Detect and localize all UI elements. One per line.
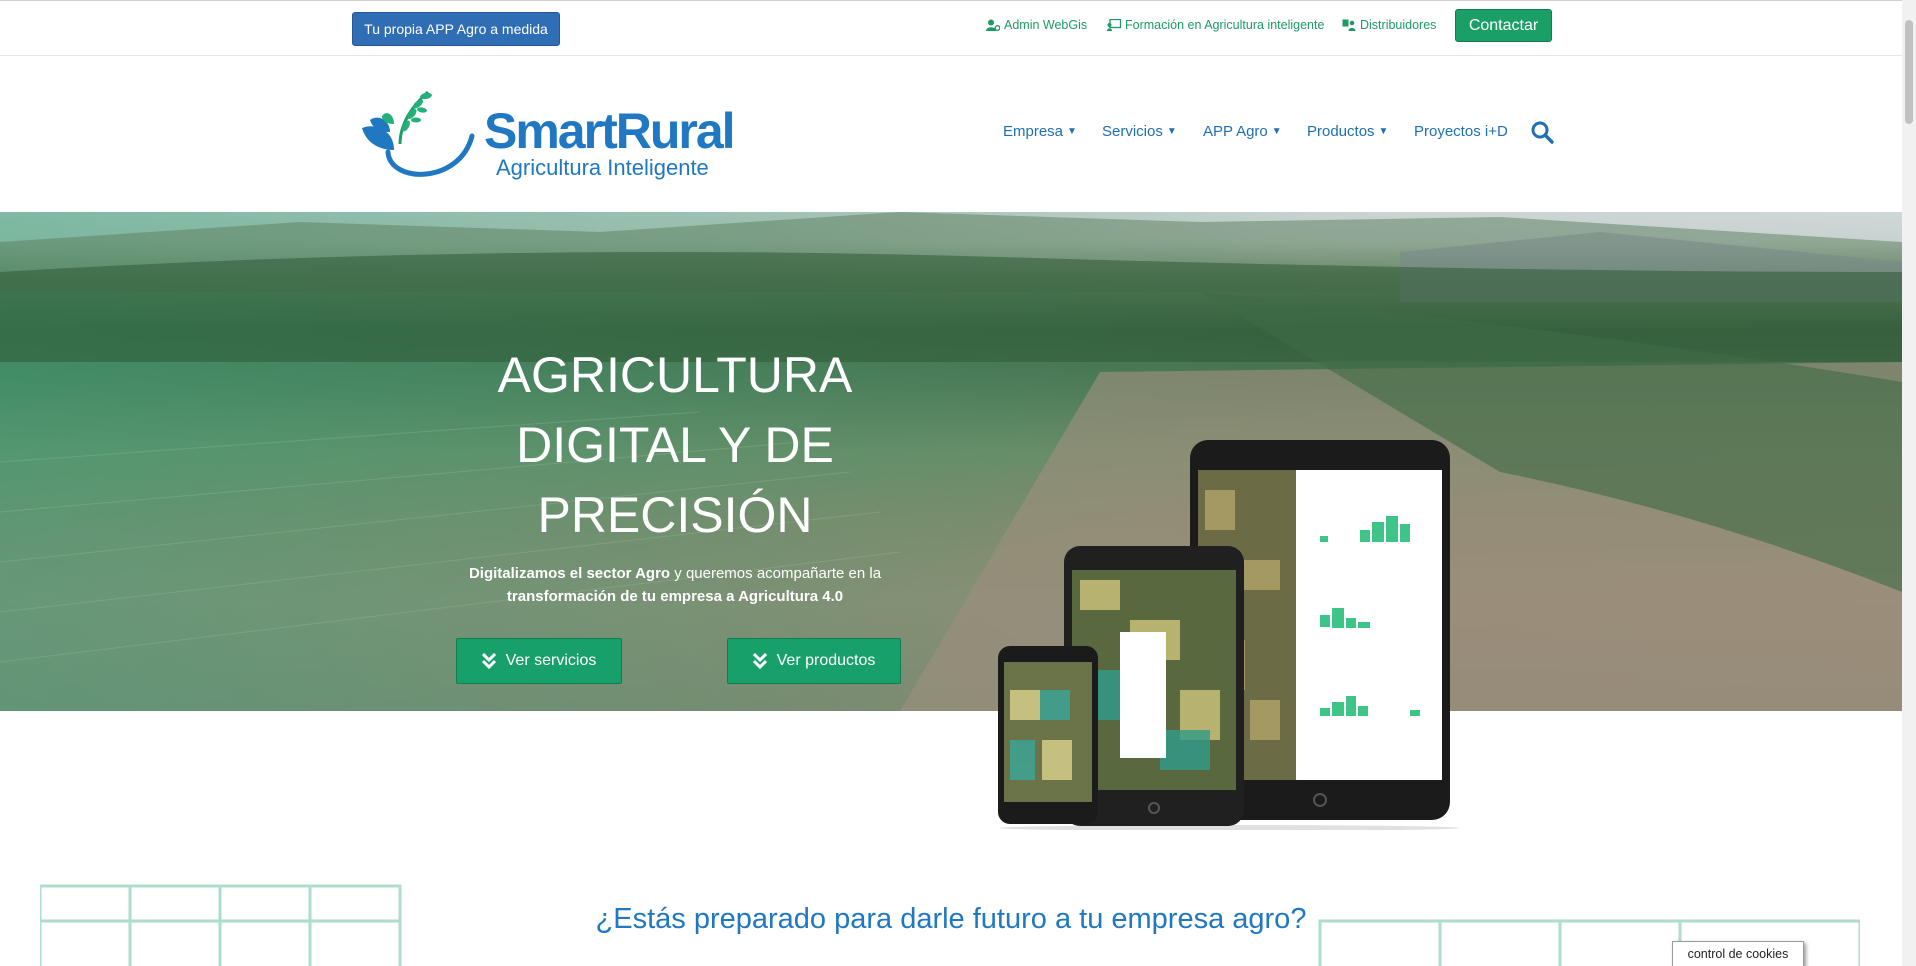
section-question: ¿Estás preparado para darle futuro a tu … [595, 903, 1307, 935]
nav-app-agro[interactable]: APP Agro ▼ [1203, 123, 1282, 140]
nav-empresa[interactable]: Empresa ▼ [1003, 123, 1077, 140]
chevron-down-icon: ▼ [1271, 126, 1282, 137]
ver-servicios-button[interactable]: Ver servicios [456, 638, 622, 684]
formacion-label: Formación en Agricultura inteligente [1125, 18, 1325, 32]
hero-subtitle-bold: transformación de tu empresa a Agricultu… [506, 588, 844, 605]
hero-title-line: AGRICULTURA [497, 347, 853, 403]
ver-productos-button[interactable]: Ver productos [727, 638, 901, 684]
cookie-settings-button[interactable]: control de cookies [1672, 941, 1804, 966]
formacion-link[interactable]: Formación en Agricultura inteligente [1107, 18, 1324, 32]
logo-name: SmartRural [484, 103, 736, 159]
users-icon [1342, 19, 1356, 31]
double-chevron-down-icon [752, 653, 767, 669]
nav-servicios-label: Servicios [1102, 123, 1163, 140]
hero-subtitle: Digitalizamos el sector Agro y queremos … [440, 562, 910, 608]
hero-title: AGRICULTURA DIGITAL Y DE PRECISIÓN [440, 340, 910, 550]
top-bar: Tu propia APP Agro a medida Admin WebGis… [0, 0, 1902, 56]
main-header: SmartRural Agricultura Inteligente Empre… [0, 56, 1902, 212]
admin-webgis-label: Admin WebGis [1004, 18, 1088, 32]
distribuidores-link[interactable]: Distribuidores [1342, 18, 1436, 32]
app-agro-button[interactable]: Tu propia APP Agro a medida [352, 12, 560, 46]
hero-subtitle-text: y queremos acompañarte en la [670, 565, 882, 582]
hero-banner: AGRICULTURA DIGITAL Y DE PRECISIÓN Digit… [0, 212, 1902, 711]
intro-section: ¿Estás preparado para darle futuro a tu … [0, 711, 1902, 966]
leaf-logo-icon [362, 90, 475, 177]
nav-productos-label: Productos [1307, 123, 1375, 140]
chevron-down-icon: ▼ [1067, 126, 1077, 137]
distribuidores-label: Distribuidores [1360, 18, 1437, 32]
nav-proyectos[interactable]: Proyectos i+D [1414, 123, 1508, 140]
chevron-down-icon: ▼ [1378, 126, 1389, 137]
nav-productos[interactable]: Productos ▼ [1307, 123, 1388, 140]
nav-app-agro-label: APP Agro [1203, 123, 1268, 140]
chalkboard-icon [1107, 19, 1121, 31]
nav-servicios[interactable]: Servicios ▼ [1102, 123, 1177, 140]
ver-productos-label: Ver productos [776, 652, 876, 669]
double-chevron-down-icon [481, 653, 496, 669]
contact-button[interactable]: Contactar [1455, 9, 1552, 42]
devices-mockup-image [998, 440, 1460, 830]
page-scrollbar[interactable] [1902, 0, 1916, 966]
search-icon[interactable] [1530, 120, 1554, 144]
page: Tu propia APP Agro a medida Admin WebGis… [0, 0, 1916, 966]
scrollbar-thumb[interactable] [1905, 20, 1913, 124]
hero-landscape-image [0, 212, 1902, 711]
admin-webgis-link[interactable]: Admin WebGis [986, 18, 1087, 32]
hero-title-line: DIGITAL Y DE [516, 417, 834, 473]
nav-empresa-label: Empresa [1003, 123, 1064, 140]
hero-subtitle-bold: Digitalizamos el sector Agro [468, 565, 671, 582]
ver-servicios-label: Ver servicios [505, 652, 597, 669]
logo-tagline: Agricultura Inteligente [496, 155, 709, 180]
logo[interactable]: SmartRural Agricultura Inteligente [360, 84, 740, 184]
nav-proyectos-label: Proyectos i+D [1414, 123, 1508, 140]
hero-title-line: PRECISIÓN [537, 487, 813, 543]
chevron-down-icon: ▼ [1166, 126, 1177, 137]
user-cog-icon [986, 19, 1000, 31]
